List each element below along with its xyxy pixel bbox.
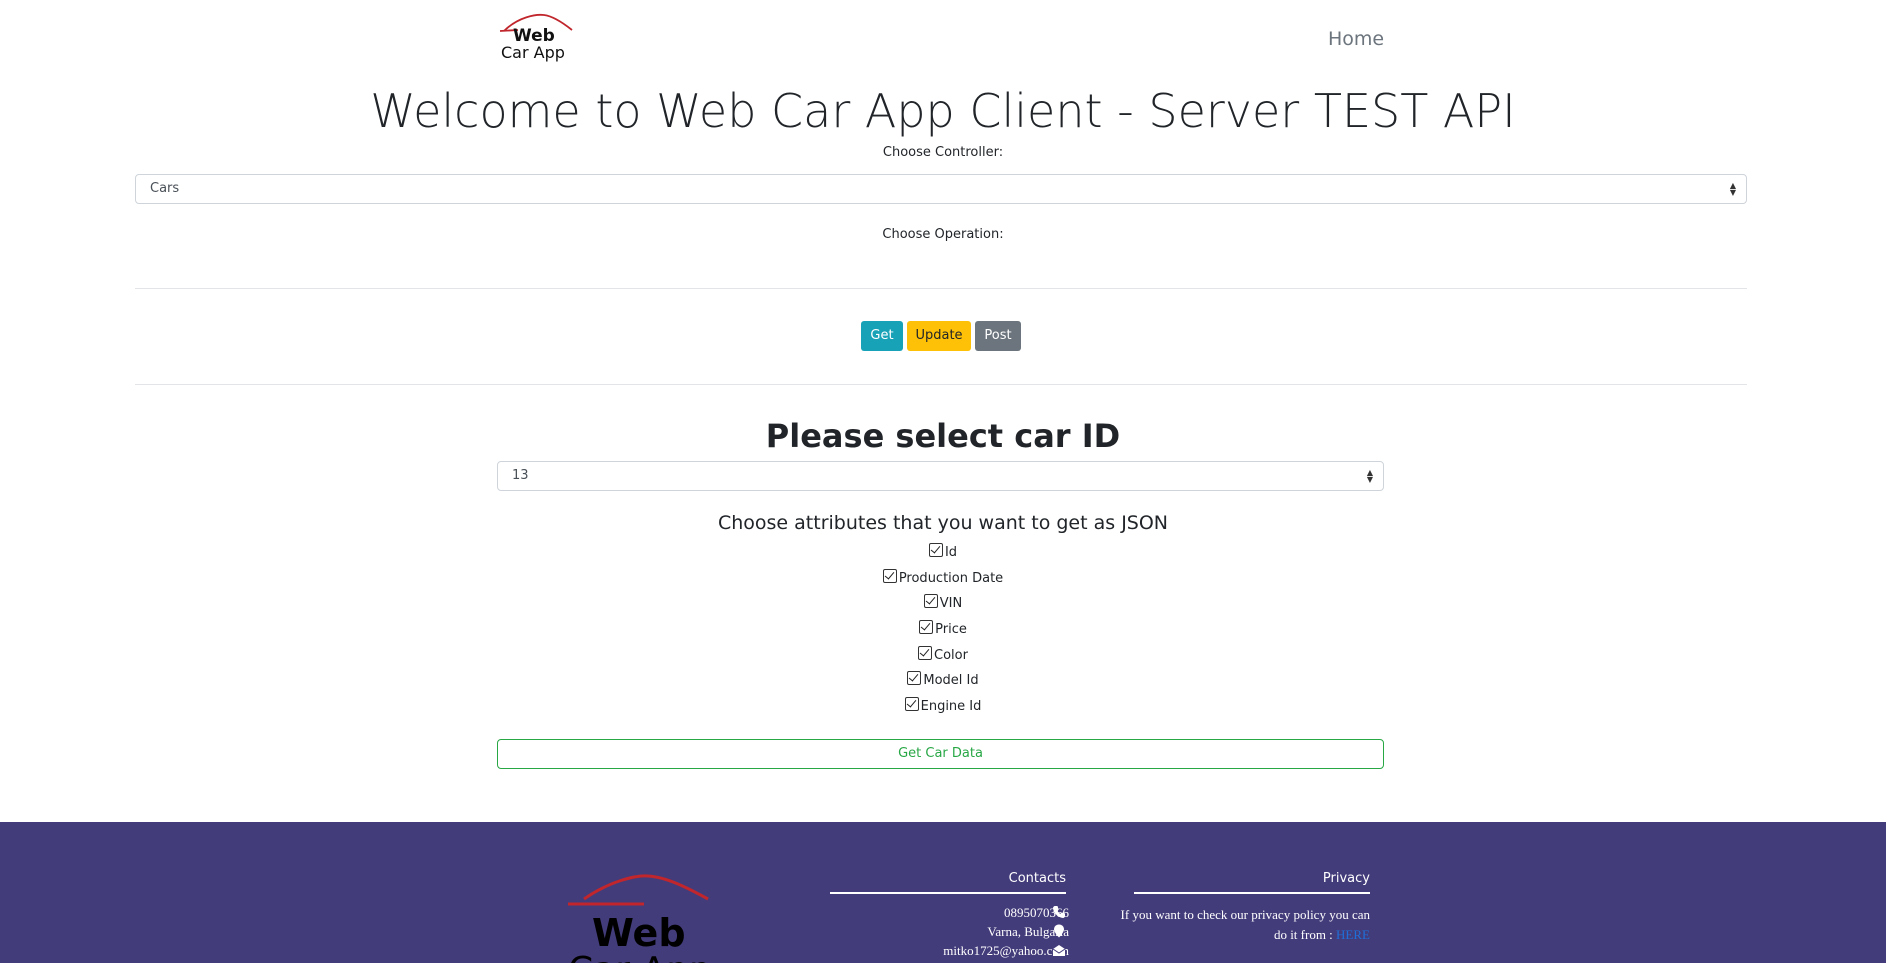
attribute-checkbox[interactable] (928, 543, 943, 557)
update-button[interactable]: Update (907, 321, 971, 351)
footer-logo: Web Car App (566, 873, 716, 963)
attribute-checkbox[interactable] (904, 697, 919, 711)
attribute-label: VIN (939, 596, 963, 611)
page-title: Welcome to Web Car App Client - Server T… (370, 84, 1516, 138)
footer: Web Car App Contacts 0895070366 Varna, B… (0, 822, 1886, 963)
attribute-option[interactable]: Production Date (0, 569, 1886, 586)
attribute-option[interactable]: Model Id (0, 671, 1886, 688)
attribute-checkbox[interactable] (918, 646, 933, 660)
attribute-label: Price (935, 622, 967, 637)
attribute-label: Model Id (923, 673, 979, 688)
attribute-option[interactable]: VIN (0, 594, 1886, 611)
get-car-data-button[interactable]: Get Car Data (497, 739, 1384, 769)
contact-email[interactable]: mitko1725@yahoo.com (943, 943, 1069, 959)
select-caret-icon: ▲ ▼ (1366, 468, 1373, 484)
privacy-link[interactable]: HERE (1336, 927, 1370, 942)
footer-brand-line2: Car App (568, 951, 712, 963)
controller-select-value: Cars (150, 181, 180, 196)
privacy-divider (1134, 892, 1370, 894)
attribute-label: Color (934, 648, 968, 663)
attribute-checkbox[interactable] (882, 569, 897, 583)
attribute-option[interactable]: Engine Id (0, 697, 1886, 714)
attribute-checkbox[interactable] (923, 594, 938, 608)
select-caret-icon: ▲ ▼ (1729, 181, 1736, 197)
divider (135, 288, 1747, 289)
attributes-heading: Choose attributes that you want to get a… (717, 512, 1169, 534)
brand-logo[interactable]: Web Car App (496, 12, 576, 64)
attribute-option[interactable]: Price (0, 620, 1886, 637)
envelope-icon (1052, 945, 1066, 956)
privacy-heading: Privacy (1322, 871, 1370, 886)
controller-select[interactable]: Cars ▲ ▼ (135, 174, 1747, 204)
operation-label: Choose Operation: (882, 227, 1004, 242)
get-button[interactable]: Get (861, 321, 903, 351)
brand-line2: Car App (501, 43, 565, 62)
attribute-label: Engine Id (920, 699, 982, 714)
attribute-option[interactable]: Color (0, 646, 1886, 663)
car-id-select-value: 13 (512, 468, 529, 483)
privacy-text-body: If you want to check our privacy policy … (1120, 907, 1370, 942)
car-id-heading: Please select car ID (765, 417, 1121, 455)
map-marker-icon (1054, 924, 1064, 938)
attribute-option[interactable]: Id (0, 543, 1886, 560)
contacts-heading: Contacts (1008, 871, 1066, 886)
attribute-checkbox[interactable] (907, 671, 922, 685)
car-id-select[interactable]: 13 ▲ ▼ (497, 461, 1384, 491)
attribute-label: Production Date (898, 571, 1004, 586)
phone-icon (1053, 906, 1065, 918)
footer-brand-line1: Web (592, 911, 686, 955)
nav-home-link[interactable]: Home (1328, 28, 1384, 50)
contacts-divider (830, 892, 1066, 894)
divider (135, 384, 1747, 385)
privacy-text: If you want to check our privacy policy … (1118, 905, 1370, 945)
attribute-checkbox[interactable] (919, 620, 934, 634)
post-button[interactable]: Post (975, 321, 1021, 351)
controller-label: Choose Controller: (882, 145, 1004, 160)
attribute-label: Id (944, 545, 958, 560)
